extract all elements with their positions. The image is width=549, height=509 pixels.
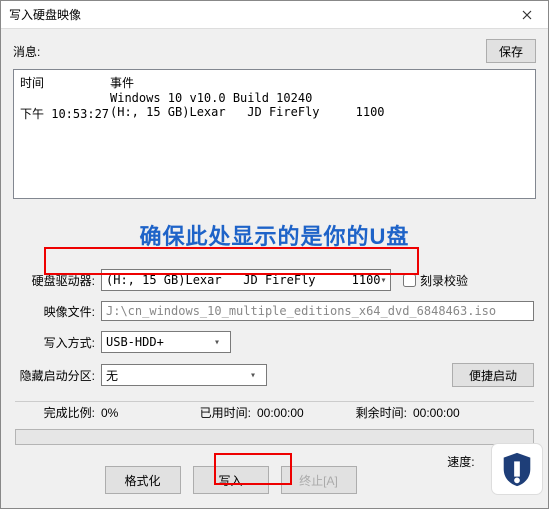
drive-select[interactable]: (H:, 15 GB)Lexar JD FireFly 1100 ▾ (101, 269, 391, 291)
hidden-boot-label: 隐藏启动分区: (15, 367, 95, 384)
remain-label: 剩余时间: (347, 404, 407, 421)
hidden-boot-value: 无 (106, 367, 118, 384)
window-title: 写入硬盘映像 (9, 6, 81, 23)
hidden-boot-select[interactable]: 无 ▾ (101, 364, 267, 386)
content-area: 消息: 保存 时间 事件 Windows 10 v10.0 Build 1024… (1, 29, 548, 480)
log-row: 下午 10:53:27 (H:, 15 GB)Lexar JD FireFly … (20, 105, 529, 122)
done-value: 0% (101, 406, 161, 420)
drive-row: 硬盘驱动器: (H:, 15 GB)Lexar JD FireFly 1100 … (15, 269, 534, 291)
watermark-logo (492, 444, 542, 494)
image-path-field[interactable]: J:\cn_windows_10_multiple_editions_x64_d… (101, 301, 534, 321)
writemode-row: 写入方式: USB-HDD+ ▾ (15, 331, 534, 353)
writemode-select[interactable]: USB-HDD+ ▾ (101, 331, 231, 353)
remain-value: 00:00:00 (413, 406, 483, 420)
log-event-cell: (H:, 15 GB)Lexar JD FireFly 1100 (110, 105, 529, 122)
log-row: Windows 10 v10.0 Build 10240 (20, 91, 529, 105)
writemode-label: 写入方式: (15, 334, 95, 351)
titlebar: 写入硬盘映像 (1, 1, 548, 29)
verify-checkbox[interactable] (403, 274, 416, 287)
format-button[interactable]: 格式化 (105, 466, 181, 494)
log-event-cell: Windows 10 v10.0 Build 10240 (110, 91, 529, 105)
hidden-boot-row: 隐藏启动分区: 无 ▾ 便捷启动 (15, 363, 534, 387)
log-header: 时间 事件 (20, 74, 529, 91)
close-icon (522, 10, 532, 20)
elapsed-label: 已用时间: (191, 404, 251, 421)
divider (15, 401, 534, 402)
form-area: 硬盘驱动器: (H:, 15 GB)Lexar JD FireFly 1100 … (13, 269, 536, 470)
footer-buttons: 格式化 写入 终止[A] 返回 (1, 466, 548, 494)
col-time-header: 时间 (20, 74, 110, 91)
close-button[interactable] (506, 1, 548, 29)
verify-label: 刻录校验 (420, 272, 468, 289)
log-listview[interactable]: 时间 事件 Windows 10 v10.0 Build 10240 下午 10… (13, 69, 536, 199)
abort-button: 终止[A] (281, 466, 357, 494)
message-row: 消息: 保存 (13, 39, 536, 63)
save-button[interactable]: 保存 (486, 39, 536, 63)
image-path-value: J:\cn_windows_10_multiple_editions_x64_d… (106, 304, 496, 318)
drive-label: 硬盘驱动器: (15, 272, 95, 289)
writemode-value: USB-HDD+ (106, 335, 164, 349)
annotation-text: 确保此处显示的是你的U盘 (1, 219, 548, 251)
col-event-header: 事件 (110, 74, 134, 91)
chevron-down-icon: ▾ (208, 337, 226, 348)
chevron-down-icon: ▾ (381, 275, 387, 286)
image-row: 映像文件: J:\cn_windows_10_multiple_editions… (15, 301, 534, 321)
log-time-cell: 下午 10:53:27 (20, 105, 110, 122)
elapsed-value: 00:00:00 (257, 406, 327, 420)
verify-checkbox-wrap[interactable]: 刻录校验 (399, 271, 479, 290)
shield-icon (498, 450, 536, 488)
drive-value: (H:, 15 GB)Lexar JD FireFly 1100 (106, 273, 381, 287)
dialog-window: 写入硬盘映像 消息: 保存 时间 事件 Windows 10 v10.0 Bui… (0, 0, 549, 509)
boot-menu-button[interactable]: 便捷启动 (452, 363, 534, 387)
done-label: 完成比例: (15, 404, 95, 421)
progress-stats-row: 完成比例: 0% 已用时间: 00:00:00 剩余时间: 00:00:00 (15, 404, 534, 421)
progress-bar (15, 429, 534, 445)
image-label: 映像文件: (15, 303, 95, 320)
chevron-down-icon: ▾ (244, 370, 262, 381)
message-label: 消息: (13, 43, 40, 60)
write-button[interactable]: 写入 (193, 466, 269, 494)
log-time-cell (20, 91, 110, 105)
